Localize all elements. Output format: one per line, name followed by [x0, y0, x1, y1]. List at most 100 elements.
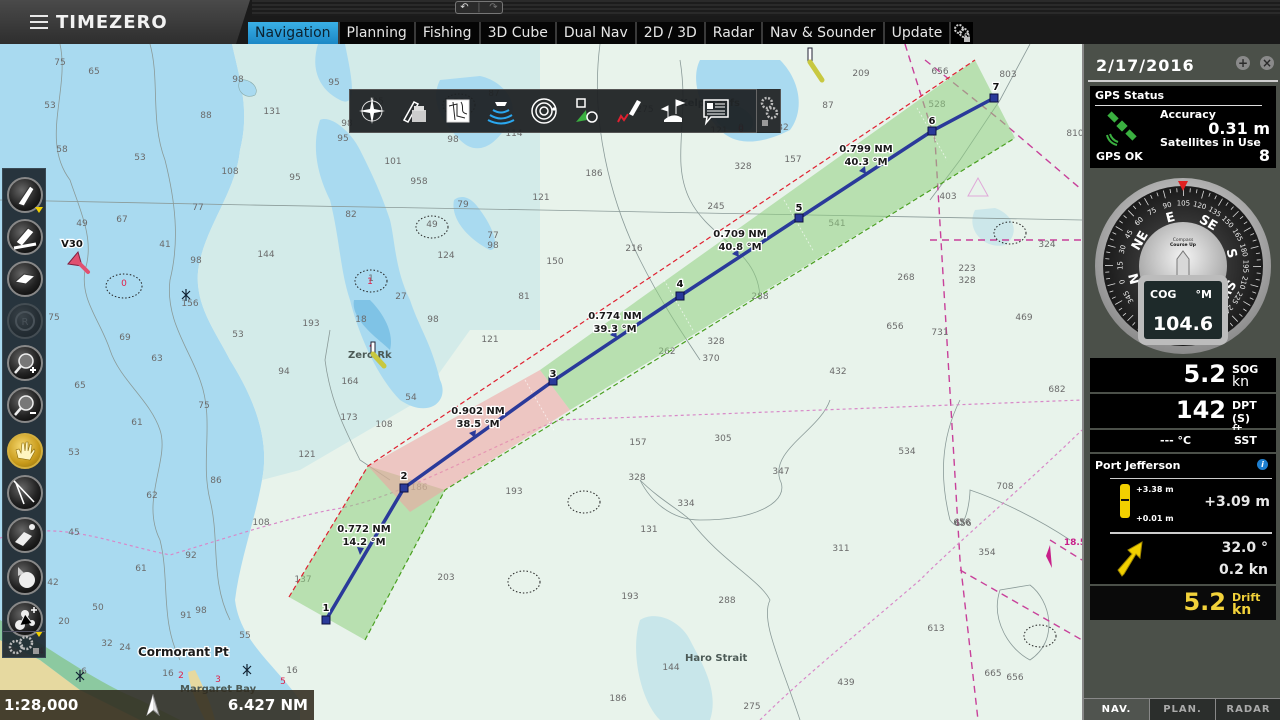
add-instrument-button[interactable]: + — [1236, 56, 1250, 70]
depth-sounding: 108 — [375, 420, 392, 430]
redo-icon[interactable]: ↷ — [489, 2, 497, 13]
depth-sounding: 53 — [44, 101, 55, 111]
boat-offset-icon — [13, 227, 37, 250]
compass-degree-label: 15 — [1116, 261, 1124, 270]
chart-toolbar: N — [349, 89, 781, 133]
waypoint-4[interactable] — [675, 291, 685, 301]
tab-2d-3d[interactable]: 2D / 3D — [636, 22, 706, 44]
close-panel-button[interactable]: × — [1260, 56, 1274, 70]
tab-nav-sounder[interactable]: Nav & Sounder — [763, 22, 885, 44]
tide-gauge — [1120, 484, 1130, 518]
depth-sounding: 124 — [437, 251, 454, 261]
zoom-in-icon — [14, 353, 36, 374]
chart-plotter-tool[interactable] — [393, 91, 436, 131]
lighthouse-icon[interactable] — [807, 47, 825, 83]
depth-sounding: 328 — [958, 276, 975, 286]
waypoint-5[interactable] — [794, 213, 804, 223]
waypoint-1[interactable] — [321, 615, 331, 625]
tab-planning[interactable]: Planning — [339, 22, 416, 44]
panel-tab-nav[interactable]: NAV. — [1084, 699, 1150, 720]
depth-sounding: 92 — [185, 551, 196, 561]
depth-sounding: 101 — [384, 157, 401, 167]
scale-range: 6.427 NM — [227, 696, 308, 714]
ais-target-tool[interactable] — [565, 91, 608, 131]
depth-sounding: 958 — [410, 177, 427, 187]
gps-status-box: GPS Status GPS OK Accuracy 0.31 m Satell… — [1090, 86, 1276, 168]
zoom-in-button[interactable] — [7, 345, 43, 381]
mark-event-button[interactable] — [7, 559, 43, 595]
boat-offset-button[interactable] — [7, 219, 43, 255]
3d-boat-view-button[interactable] — [7, 261, 43, 297]
chart-layers-tool[interactable] — [436, 91, 479, 131]
panel-tab-plan[interactable]: PLAN. — [1150, 699, 1216, 720]
compass-rose-icon: N — [358, 97, 385, 124]
pan-button[interactable] — [7, 433, 43, 469]
depth-sounding: 144 — [257, 250, 274, 260]
depth-sounding: 45 — [68, 528, 79, 538]
left-toolbar-settings-button[interactable] — [3, 631, 45, 657]
tab-fishing[interactable]: Fishing — [415, 22, 481, 44]
instrument-panel: 2/17/2016 + × GPS Status GPS OK Accuracy… — [1082, 44, 1280, 720]
depth-sounding: 49 — [426, 220, 438, 230]
compass-degree-label: 195 — [1241, 260, 1249, 273]
gps-status: GPS OK — [1096, 150, 1143, 163]
depth-sounding: 193 — [505, 487, 522, 497]
tide-low: +0.01 m — [1136, 514, 1174, 523]
cog-label: COG — [1150, 288, 1176, 301]
sst-box: --- °C SST — [1090, 430, 1276, 452]
depth-sounding: 157 — [629, 438, 646, 448]
ebl-vrm-button[interactable] — [7, 475, 43, 511]
depth-sounding: 144 — [662, 663, 679, 673]
leg-bearing: 40.8 °M — [718, 242, 761, 253]
undo-icon[interactable]: ↶ — [460, 2, 468, 13]
tab-navigation[interactable]: Navigation — [248, 22, 340, 44]
divider — [1110, 478, 1272, 479]
north-arrow-icon[interactable] — [145, 694, 161, 716]
compass-rose-tool[interactable]: N — [350, 91, 393, 131]
panel-tab-radar[interactable]: RADAR — [1216, 699, 1280, 720]
tab-3d-cube[interactable]: 3D Cube — [480, 22, 557, 44]
date-header: 2/17/2016 + × — [1088, 48, 1278, 82]
sounder-tool[interactable] — [479, 91, 522, 131]
sst-label: SST — [1234, 434, 1257, 447]
satellites-value: 8 — [1258, 146, 1270, 165]
info-icon[interactable]: i — [1257, 459, 1268, 470]
depth-sounding: 131 — [640, 525, 657, 535]
chart-canvas[interactable]: 18.5 75655358539888131108959595989595101… — [0, 44, 1082, 720]
zoom-out-button[interactable] — [7, 387, 43, 423]
notes-tool[interactable] — [694, 91, 737, 131]
depth-sounding: 75 — [48, 313, 59, 323]
tab-radar[interactable]: Radar — [705, 22, 764, 44]
depth-sounding: 328 — [628, 473, 645, 483]
toolbar-settings-button[interactable] — [756, 89, 780, 133]
hamburger-menu-icon[interactable] — [30, 15, 48, 29]
depth-sounding: 79 — [457, 200, 469, 210]
plus-icon: + — [1237, 56, 1249, 70]
current-speed: 0.2 kn — [1219, 562, 1268, 578]
nautical-chart[interactable]: 18.5 75655358539888131108959595989595101… — [0, 44, 1082, 720]
workspace-settings-button[interactable] — [951, 22, 973, 44]
rotate-reset-button[interactable]: R — [7, 303, 43, 339]
depth-sounding: 94 — [278, 367, 290, 377]
center-on-boat-button[interactable] — [7, 177, 43, 213]
depth-sounding: 16 — [286, 666, 298, 676]
waypoint-2[interactable] — [399, 483, 409, 493]
waypoint-6[interactable] — [927, 126, 937, 136]
goto-boat-button[interactable] — [7, 517, 43, 553]
depth-sounding: 98 — [195, 606, 207, 616]
radar-tool[interactable] — [522, 91, 565, 131]
waypoint-label: 4 — [677, 279, 684, 290]
depth-sounding: 173 — [340, 413, 357, 423]
depth-sounding: 81 — [518, 292, 529, 302]
depth-sounding: 6 — [81, 667, 87, 677]
waypoint-label: 5 — [796, 203, 803, 214]
marks-tool[interactable] — [651, 91, 694, 131]
cog-compass: 345 0 15 30 45 60 75 90 105 120 135 150 165 180 195 210… — [1094, 177, 1272, 355]
waypoint-7[interactable] — [989, 93, 999, 103]
track-tool[interactable] — [608, 91, 651, 131]
depth-sounding: 193 — [302, 319, 319, 329]
tab-dual-nav[interactable]: Dual Nav — [556, 22, 637, 44]
tab-update[interactable]: Update — [884, 22, 952, 44]
left-toolbar: R — [2, 168, 46, 658]
buoy-label: V30 — [61, 239, 83, 250]
